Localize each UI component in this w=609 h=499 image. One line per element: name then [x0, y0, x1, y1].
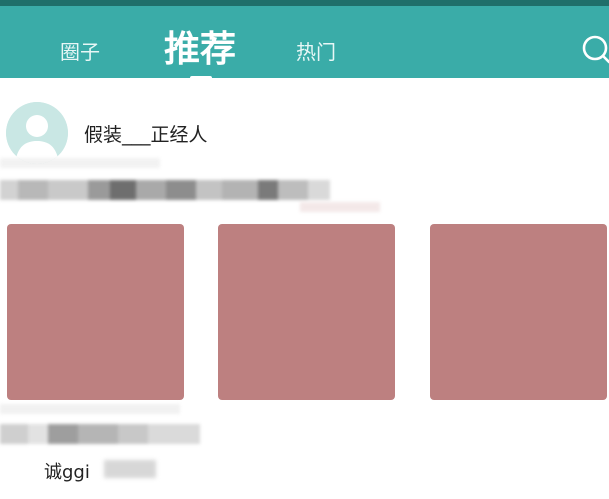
search-icon: [582, 35, 609, 64]
user-avatar[interactable]: [6, 102, 68, 164]
post-card: 假装___正经人 诚ggi: [0, 78, 609, 499]
tab-circle[interactable]: 圈子: [60, 36, 100, 65]
post-text-obscured-fragment: [300, 202, 380, 212]
post-author-name[interactable]: 假装___正经人: [84, 120, 208, 147]
post-image-2[interactable]: [218, 224, 395, 400]
user-placeholder-icon: [6, 102, 68, 164]
comment-author[interactable]: 诚ggi: [44, 458, 90, 484]
post-text-obscured-upper: [0, 158, 160, 168]
comment-text-obscured: [104, 458, 156, 480]
post-footer-obscured-upper: [0, 404, 180, 414]
post-image-1[interactable]: [7, 224, 184, 400]
search-button[interactable]: [578, 32, 609, 68]
tab-hot[interactable]: 热门: [296, 36, 336, 65]
top-nav-bar: 圈子 推荐 热门: [0, 6, 609, 80]
post-image-3[interactable]: [430, 224, 607, 400]
tab-recommend[interactable]: 推荐: [164, 20, 236, 72]
post-footer-obscured: [0, 424, 200, 444]
post-text-obscured: [0, 180, 330, 200]
